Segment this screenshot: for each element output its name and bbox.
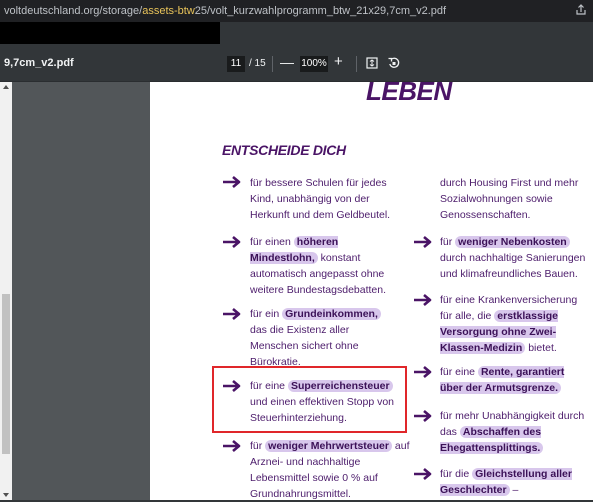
section-heading: ENTSCHEIDE DICH	[222, 142, 346, 158]
pdf-toolbar: 9,7cm_v2.pdf 11 / 15 — 100% +	[0, 44, 593, 82]
left-item-5: für weniger Mehrwertsteuer auf Arznei- u…	[250, 440, 410, 500]
scroll-up-arrow[interactable]	[3, 85, 9, 89]
pdf-filename: 9,7cm_v2.pdf	[4, 57, 74, 69]
zoom-in-button[interactable]: +	[334, 53, 343, 70]
highlight-annotation-box	[212, 366, 407, 433]
scrollbar-thumb[interactable]	[2, 294, 10, 454]
arrow-icon	[414, 410, 432, 422]
address-bar[interactable]: voltdeutschland.org/storage/assets-btw25…	[0, 0, 593, 22]
right-item-3: für eine Krankenversicherung für alle, d…	[440, 294, 578, 354]
page-total: / 15	[249, 58, 266, 69]
redacted-bar	[0, 22, 220, 44]
arrow-icon	[414, 236, 432, 248]
right-item-5: für mehr Unabhängigkeit durch das Abscha…	[440, 410, 585, 454]
page-title-fragment: LEBEN	[366, 76, 452, 106]
left-item-2: für einen höheren Mindestlohn, konstant …	[250, 236, 387, 296]
scroll-down-arrow[interactable]	[3, 493, 9, 497]
pdf-viewer[interactable]: LEBEN ENTSCHEIDE DICH für bessere Schule…	[0, 76, 593, 500]
share-icon[interactable]	[575, 4, 587, 16]
arrow-icon	[414, 294, 432, 306]
divider	[356, 56, 357, 72]
arrow-icon	[223, 176, 241, 188]
right-item-1: durch Housing First und mehr Sozialwohnu…	[440, 177, 579, 221]
arrow-icon	[223, 236, 241, 248]
zoom-out-button[interactable]: —	[280, 54, 294, 70]
right-item-6: für die Gleichstellung aller Geschlechte…	[440, 468, 572, 496]
rotate-icon[interactable]	[387, 56, 401, 70]
arrow-icon	[223, 308, 241, 320]
arrow-icon	[223, 440, 241, 452]
url-text[interactable]: voltdeutschland.org/storage/assets-btw25…	[4, 5, 446, 17]
pdf-page: LEBEN ENTSCHEIDE DICH für bessere Schule…	[150, 76, 593, 500]
fit-to-page-icon[interactable]	[366, 57, 378, 69]
divider	[272, 56, 273, 72]
left-item-3: für ein Grundeinkommen, das die Existenz…	[250, 306, 385, 370]
arrow-icon	[414, 468, 432, 480]
page-number-input[interactable]: 11	[227, 56, 245, 72]
zoom-level-input[interactable]: 100%	[300, 56, 328, 72]
arrow-icon	[414, 366, 432, 378]
vertical-scrollbar[interactable]	[0, 82, 12, 500]
left-item-1: für bessere Schulen für jedes Kind, unab…	[250, 177, 391, 221]
right-item-4: für eine Rente, garantiert über der Armu…	[440, 366, 565, 394]
right-item-2: für weniger Nebenkosten durch nachhaltig…	[440, 236, 586, 280]
